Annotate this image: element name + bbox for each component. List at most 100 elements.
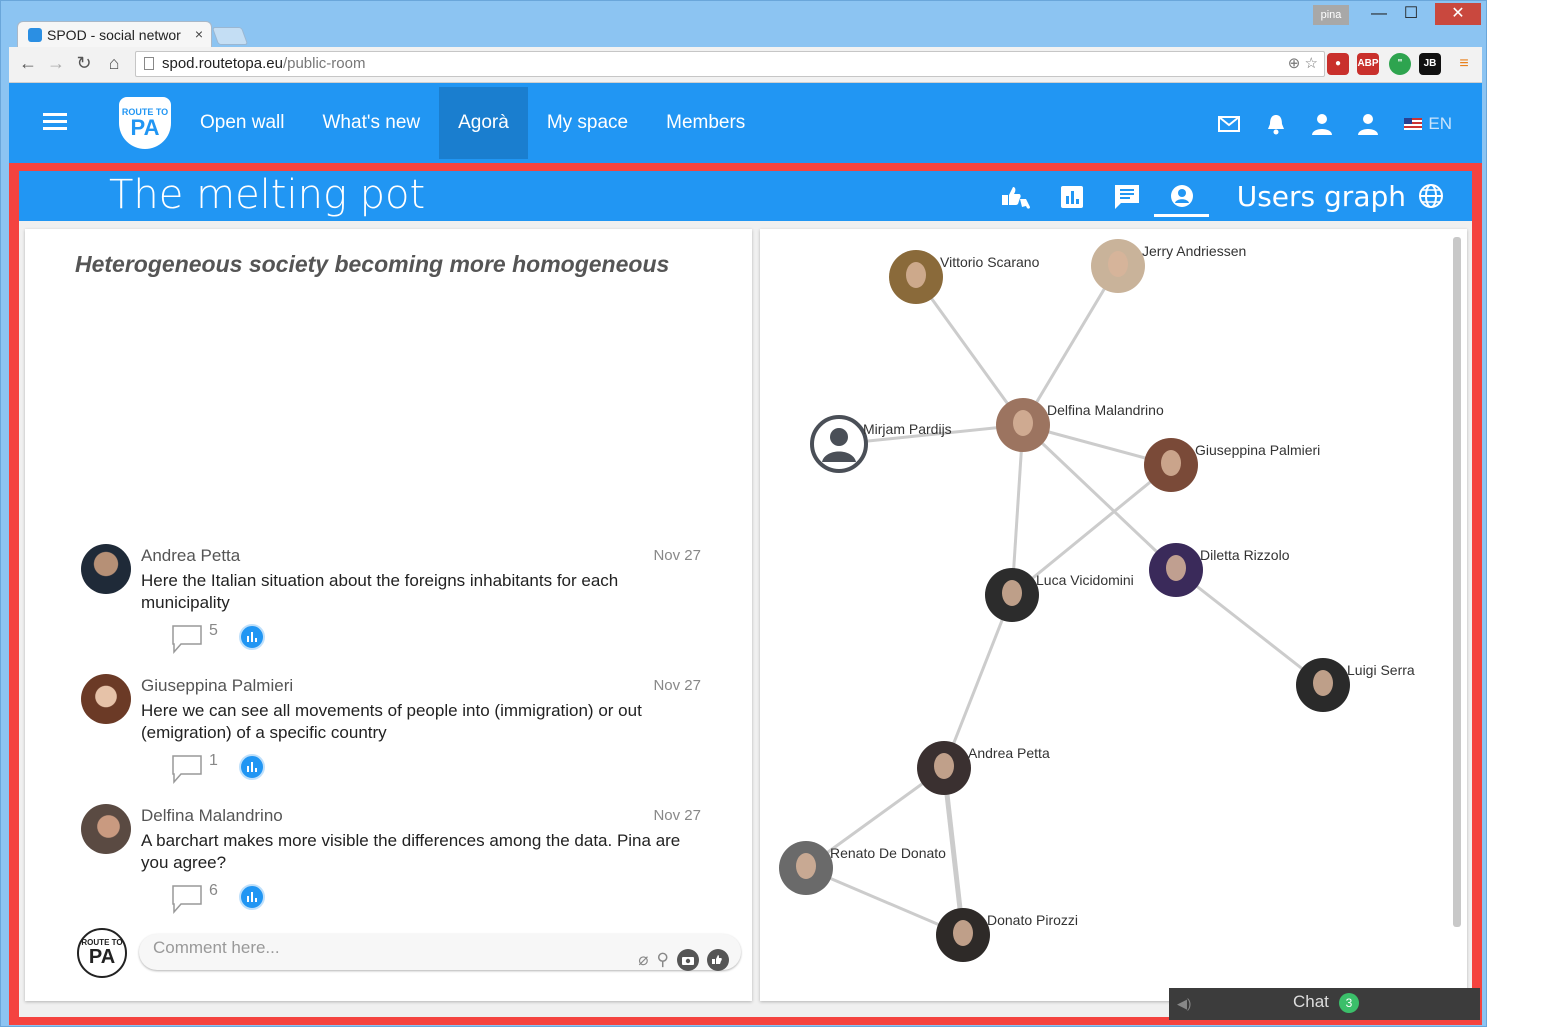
zoom-icon[interactable]: ⊕ [1288,55,1301,72]
users-graph: Vittorio Scarano Jerry Andriessen Delfina … [779,239,1415,962]
language-selector[interactable]: EN [1404,114,1452,134]
room-topic: Heterogeneous society becoming more homo… [75,251,670,277]
mail-icon[interactable] [1218,116,1241,132]
avatar[interactable] [81,674,131,724]
reply-bubble-icon[interactable] [171,754,203,784]
jb-extension-icon[interactable]: JB [1419,53,1441,75]
chat-label: Chat [1293,992,1329,1011]
profile-icon[interactable] [1312,113,1333,135]
room-header: The melting pot Users graph [19,171,1472,221]
bookmark-star-icon[interactable]: ☆ [1305,55,1318,72]
reply-bubble-icon[interactable] [171,624,203,654]
graph-node-mirjam[interactable]: Mirjam Pardijs [810,415,952,473]
home-icon[interactable]: ⌂ [103,53,125,74]
browser-user-chip[interactable]: pina [1313,5,1349,25]
speaker-icon[interactable]: ◀) [1177,996,1191,1012]
datalet-button[interactable] [239,754,265,780]
graph-edge [942,594,1014,769]
default-user-icon [830,428,848,446]
graph-node-label: Luigi Serra [1347,662,1415,678]
avatar-face [1161,450,1181,476]
maximize-button[interactable]: ☐ [1395,3,1427,25]
attachment-icon[interactable]: ⌀ [638,950,648,970]
graph-node-jerry[interactable]: Jerry Andriessen [1091,239,1246,293]
graph-node-delfina[interactable]: Delfina Malandrino [996,398,1164,452]
title-bar: SPOD - social networ × pina — ☐ ✕ [1,1,1488,48]
bell-icon[interactable] [1266,113,1286,135]
adblock-extension-icon[interactable]: ● [1327,53,1349,75]
forward-arrow-icon[interactable]: → [45,53,67,74]
graph-node-luigi[interactable]: Luigi Serra [1296,658,1415,712]
comment-author[interactable]: Giuseppina Palmieri [141,676,293,696]
avatar-face [796,853,816,879]
graph-node-label: Donato Pirozzi [987,912,1078,928]
avatar[interactable] [81,544,131,594]
comment-date: Nov 27 [653,677,701,694]
graph-node-vittorio[interactable]: Vittorio Scarano [889,250,1040,304]
language-label: EN [1428,114,1452,133]
reply-bubble-icon[interactable] [171,884,203,914]
logo-main-text: PA [130,114,160,140]
graph-node-diletta[interactable]: Diletta Rizzolo [1149,543,1290,597]
datalet-button[interactable] [239,624,265,650]
hamburger-menu-icon[interactable] [43,113,67,131]
browser-toolbar: ← → ↻ ⌂ spod.routetopa.eu/public-room ⊕ … [9,47,1482,83]
close-window-button[interactable]: ✕ [1435,3,1481,25]
users-graph-panel: Vittorio Scarano Jerry Andriessen Delfina … [760,229,1467,1001]
globe-icon[interactable] [1418,183,1444,209]
account-icon[interactable] [1358,113,1379,135]
graph-edge [914,276,1025,426]
abp-extension-icon[interactable]: ABP [1357,53,1379,75]
datalet-button[interactable] [239,884,265,910]
room-container: The melting pot Users graph Heterogeneou… [19,171,1472,1017]
browser-tab[interactable]: SPOD - social networ × [17,21,212,48]
room-frame: The melting pot Users graph Heterogeneou… [9,163,1482,1025]
graph-node-donato[interactable]: Donato Pirozzi [936,908,1078,962]
menu-icon[interactable]: ≡ [1453,53,1475,75]
search-icon[interactable]: ⚲ [657,950,669,970]
back-arrow-icon[interactable]: ← [17,53,39,74]
nav-open-wall[interactable]: Open wall [181,87,304,159]
nav-whats-new[interactable]: What's new [304,87,440,159]
tool-users[interactable] [1154,177,1209,217]
comment-text: A barchart makes more visible the differ… [141,831,681,872]
comment-author[interactable]: Andrea Petta [141,546,240,566]
graph-node-luca[interactable]: Luca Vicidomini [985,568,1134,622]
comment-actions: 5 [171,622,265,654]
avatar-main-text: PA [88,946,116,968]
avatar-face [1166,555,1186,581]
graph-node-andrea[interactable]: Andrea Petta [917,741,1050,795]
routetopa-logo[interactable]: ROUTE TO PA [119,97,171,149]
nav-agora[interactable]: Agorà [439,87,528,159]
graph-scrollbar[interactable] [1453,237,1461,927]
discussion-panel: Heterogeneous society becoming more homo… [25,229,752,1001]
minimize-button[interactable]: — [1363,3,1395,25]
url-path: /public-room [282,55,366,72]
tool-opinions[interactable] [989,177,1044,217]
comment-input[interactable]: Comment here... ⌀ ⚲ [139,934,741,971]
nav-members[interactable]: Members [647,87,764,159]
chat-bar[interactable]: ◀) Chat 3 [1169,988,1480,1020]
tool-comments[interactable] [1099,177,1154,217]
comment-author[interactable]: Delfina Malandrino [141,806,283,826]
avatar-face [1313,670,1333,696]
new-tab-button[interactable] [211,27,249,45]
room-tools [989,177,1209,217]
bar-chart-icon [247,632,257,642]
graph-node-renato[interactable]: Renato De Donato [779,841,946,895]
graph-node-label: Jerry Andriessen [1142,243,1246,259]
camera-icon[interactable] [677,949,699,971]
graph-node-giuseppina[interactable]: Giuseppina Palmieri [1144,438,1320,492]
comment-list-icon [1114,185,1139,209]
address-bar[interactable]: spod.routetopa.eu/public-room ⊕ ☆ [135,51,1325,77]
nav-my-space[interactable]: My space [528,87,647,159]
avatar[interactable] [81,804,131,854]
users-graph-label: Users graph [1236,179,1406,213]
opinion-icon[interactable] [707,949,729,971]
url-domain: spod.routetopa.eu [162,55,283,72]
hangouts-extension-icon[interactable]: " [1389,53,1411,75]
reload-icon[interactable]: ↻ [73,53,95,74]
avatar-face [906,262,926,288]
tab-close-icon[interactable]: × [195,26,203,42]
tool-datalets[interactable] [1044,177,1099,217]
